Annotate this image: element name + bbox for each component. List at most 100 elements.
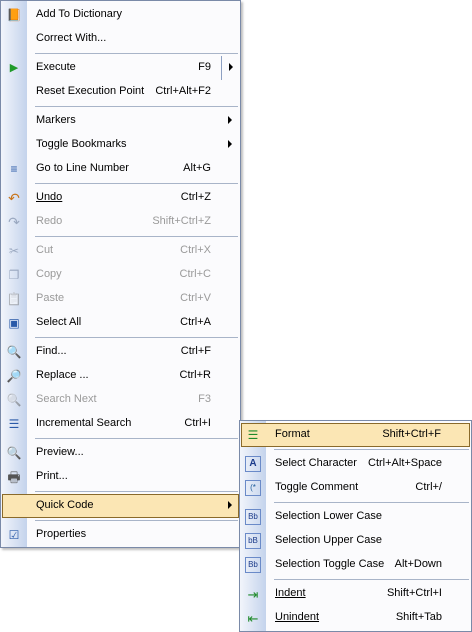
menu-item-label: Print... xyxy=(36,470,68,482)
submenu-item-indent[interactable]: ⇥ Indent Shift+Ctrl+I xyxy=(241,582,470,606)
menu-item-label: Cut xyxy=(36,244,54,256)
menu-item-label: Copy xyxy=(36,268,62,280)
menu-item-preview[interactable]: 🔍 Preview... xyxy=(2,441,239,465)
submenu-arrow-icon xyxy=(229,63,233,71)
menu-item-markers[interactable]: Markers xyxy=(2,109,239,133)
menu-item-label: Preview... xyxy=(36,446,84,458)
submenu-item-unindent[interactable]: ⇤ Unindent Shift+Tab xyxy=(241,606,470,630)
menu-item-label: Select All xyxy=(36,316,82,328)
menu-separator xyxy=(35,337,238,338)
submenu-item-selection-toggle-case[interactable]: Bb Selection Toggle Case Alt+Down xyxy=(241,553,470,577)
menu-item-label: Undo xyxy=(36,191,63,203)
menu-item-select-all[interactable]: ▣ Select All Ctrl+A xyxy=(2,311,239,335)
undo-icon: ↶ xyxy=(8,190,20,206)
paste-icon: 📋 xyxy=(6,292,22,306)
menu-item-shortcut: Alt+G xyxy=(183,162,211,174)
menu-item-find[interactable]: 🔍 Find... Ctrl+F xyxy=(2,340,239,364)
submenu-item-selection-lower-case[interactable]: Bb Selection Lower Case xyxy=(241,505,470,529)
toggle-case-icon: Bb xyxy=(245,557,261,573)
menu-item-shortcut: Shift+Ctrl+Z xyxy=(152,215,211,227)
menu-item-toggle-bookmarks[interactable]: Toggle Bookmarks xyxy=(2,133,239,157)
goto-line-icon: ≡ xyxy=(10,162,18,176)
menu-separator xyxy=(35,236,238,237)
book-icon: 📙 xyxy=(6,8,22,22)
menu-separator xyxy=(35,106,238,107)
menu-item-redo[interactable]: ↷ Redo Shift+Ctrl+Z xyxy=(2,210,239,234)
submenu-arrow-icon xyxy=(228,140,232,148)
menu-item-correct-with[interactable]: Correct With... xyxy=(2,27,239,51)
menu-separator xyxy=(35,491,238,492)
menu-item-label: Correct With... xyxy=(36,32,107,44)
submenu-arrow-icon xyxy=(228,501,232,509)
menu-separator xyxy=(35,53,238,54)
menu-item-shortcut: Shift+Ctrl+I xyxy=(386,587,442,599)
select-character-icon: A xyxy=(245,456,261,472)
execute-submenu-button[interactable] xyxy=(221,56,239,80)
menu-item-shortcut: Alt+Down xyxy=(394,558,442,570)
menu-item-shortcut: F3 xyxy=(198,393,211,405)
incremental-search-icon: ☰ xyxy=(8,417,20,431)
menu-item-label: Find... xyxy=(36,345,67,357)
menu-item-label: Selection Toggle Case xyxy=(275,558,385,570)
menu-separator xyxy=(35,520,238,521)
menu-item-add-to-dictionary[interactable]: 📙 Add To Dictionary xyxy=(2,3,239,27)
quick-code-submenu: ☰ Format Shift+Ctrl+F A Select Character… xyxy=(239,420,472,632)
redo-icon: ↷ xyxy=(8,214,20,230)
printer-icon: 🖶 xyxy=(7,469,21,485)
menu-item-label: Toggle Comment xyxy=(275,481,359,493)
replace-icon: 🔎 xyxy=(6,369,22,383)
menu-item-print[interactable]: 🖶 Print... xyxy=(2,465,239,489)
menu-item-shortcut: Ctrl+X xyxy=(180,244,211,256)
menu-item-incremental-search[interactable]: ☰ Incremental Search Ctrl+I xyxy=(2,412,239,436)
menu-item-shortcut: F9 xyxy=(198,61,211,73)
menu-item-quick-code[interactable]: Quick Code xyxy=(2,494,239,518)
menu-item-label: Search Next xyxy=(36,393,97,405)
menu-item-label: Indent xyxy=(275,587,306,599)
menu-item-shortcut: Ctrl+V xyxy=(180,292,211,304)
menu-separator xyxy=(274,502,469,503)
submenu-item-format[interactable]: ☰ Format Shift+Ctrl+F xyxy=(241,423,470,447)
lower-case-icon: Bb xyxy=(245,509,261,525)
copy-icon: ❐ xyxy=(8,268,20,282)
properties-icon: ☑ xyxy=(8,528,20,542)
menu-item-label: Incremental Search xyxy=(36,417,132,429)
menu-item-undo[interactable]: ↶ Undo Ctrl+Z xyxy=(2,186,239,210)
find-icon: 🔍 xyxy=(6,345,22,359)
menu-item-copy[interactable]: ❐ Copy Ctrl+C xyxy=(2,263,239,287)
menu-item-cut[interactable]: ✂ Cut Ctrl+X xyxy=(2,239,239,263)
menu-separator xyxy=(35,438,238,439)
menu-item-label: Properties xyxy=(36,528,87,540)
menu-item-label: Redo xyxy=(36,215,63,227)
submenu-item-select-character[interactable]: A Select Character Ctrl+Alt+Space xyxy=(241,452,470,476)
submenu-arrow-icon xyxy=(228,116,232,124)
menu-item-replace[interactable]: 🔎 Replace ... Ctrl+R xyxy=(2,364,239,388)
menu-item-label: Go to Line Number xyxy=(36,162,129,174)
menu-item-label: Reset Execution Point xyxy=(36,85,145,97)
menu-item-label: Select Character xyxy=(275,457,357,469)
editor-context-menu: 📙 Add To Dictionary Correct With... ▶ Ex… xyxy=(0,0,241,548)
menu-item-shortcut: Ctrl+C xyxy=(179,268,211,280)
scissors-icon: ✂ xyxy=(8,244,20,258)
menu-item-label: Execute xyxy=(36,61,76,73)
menu-item-shortcut: Ctrl+Z xyxy=(180,191,211,203)
search-next-icon: 🔍 xyxy=(6,393,22,407)
menu-item-execute[interactable]: ▶ Execute F9 xyxy=(2,56,239,80)
menu-item-shortcut: Ctrl+/ xyxy=(415,481,442,493)
menu-item-reset-execution-point[interactable]: Reset Execution Point Ctrl+Alt+F2 xyxy=(2,80,239,104)
menu-item-label: Add To Dictionary xyxy=(36,8,123,20)
menu-item-paste[interactable]: 📋 Paste Ctrl+V xyxy=(2,287,239,311)
menu-item-label: Paste xyxy=(36,292,65,304)
menu-separator xyxy=(274,449,469,450)
menu-item-go-to-line-number[interactable]: ≡ Go to Line Number Alt+G xyxy=(2,157,239,181)
toggle-comment-icon: (* xyxy=(245,480,261,496)
menu-item-shortcut: Ctrl+I xyxy=(184,417,211,429)
menu-item-shortcut: Ctrl+A xyxy=(180,316,211,328)
submenu-item-toggle-comment[interactable]: (* Toggle Comment Ctrl+/ xyxy=(241,476,470,500)
menu-item-shortcut: Shift+Ctrl+F xyxy=(382,428,441,440)
menu-item-label: Toggle Bookmarks xyxy=(36,138,127,150)
submenu-item-selection-upper-case[interactable]: bB Selection Upper Case xyxy=(241,529,470,553)
menu-item-search-next[interactable]: 🔍 Search Next F3 xyxy=(2,388,239,412)
menu-item-properties[interactable]: ☑ Properties xyxy=(2,523,239,547)
menu-separator xyxy=(35,183,238,184)
menu-item-label: Unindent xyxy=(275,611,320,623)
